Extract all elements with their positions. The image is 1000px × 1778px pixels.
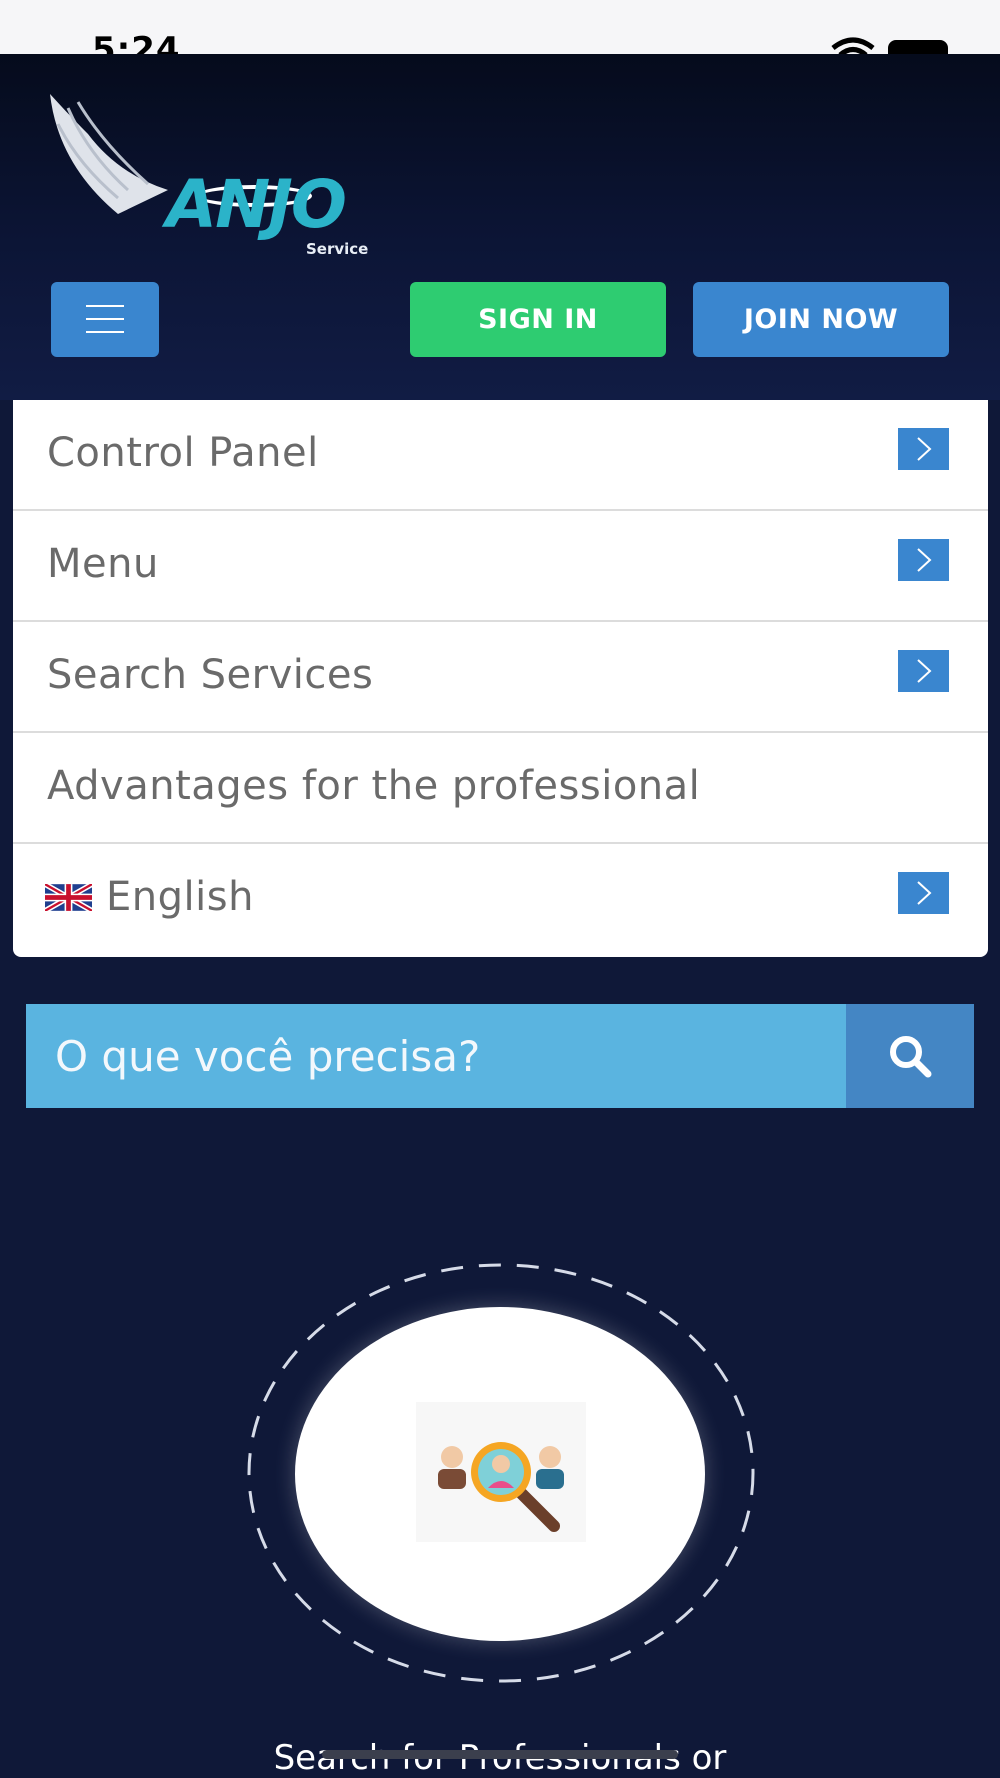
hamburger-line bbox=[86, 305, 124, 307]
sign-in-button[interactable]: SIGN IN bbox=[410, 282, 666, 357]
illustration bbox=[246, 1262, 756, 1684]
hamburger-menu-button[interactable] bbox=[51, 282, 159, 357]
menu-item-label: Advantages for the professional bbox=[47, 763, 701, 809]
search-button[interactable] bbox=[846, 1004, 974, 1108]
chevron-right-icon[interactable] bbox=[898, 428, 949, 470]
menu-item-advantages[interactable]: Advantages for the professional bbox=[13, 733, 988, 844]
menu-item-menu[interactable]: Menu bbox=[13, 511, 988, 622]
header: ANJO Service SIGN IN JOIN NOW bbox=[0, 54, 1000, 400]
dropdown-menu: Control Panel Menu Search Services Advan… bbox=[13, 400, 988, 957]
menu-item-label: Search Services bbox=[47, 652, 374, 698]
search-bar bbox=[26, 1004, 974, 1108]
logo-text: ANJO bbox=[166, 166, 347, 243]
menu-item-language[interactable]: English bbox=[13, 844, 988, 955]
page: 5:24 ANJO Service SIGN IN JOIN NOW Contr… bbox=[0, 0, 1000, 1778]
menu-item-label: Menu bbox=[47, 541, 159, 587]
menu-item-search-services[interactable]: Search Services bbox=[13, 622, 988, 733]
join-now-button[interactable]: JOIN NOW bbox=[693, 282, 949, 357]
chevron-right-icon[interactable] bbox=[898, 650, 949, 692]
chevron-right-icon[interactable] bbox=[898, 539, 949, 581]
logo[interactable]: ANJO Service bbox=[48, 94, 388, 258]
home-indicator bbox=[322, 1750, 678, 1759]
search-input[interactable] bbox=[26, 1004, 846, 1108]
chevron-right-icon[interactable] bbox=[898, 872, 949, 914]
uk-flag-icon bbox=[45, 884, 92, 911]
logo-subtext: Service bbox=[306, 240, 369, 258]
menu-item-label: English bbox=[106, 874, 254, 920]
hamburger-line bbox=[86, 331, 124, 333]
status-bar: 5:24 bbox=[0, 0, 1000, 70]
search-professionals-icon bbox=[416, 1402, 586, 1542]
hamburger-line bbox=[86, 318, 124, 320]
search-icon bbox=[890, 1036, 932, 1078]
menu-item-label: Control Panel bbox=[47, 430, 319, 476]
menu-item-control-panel[interactable]: Control Panel bbox=[13, 400, 988, 511]
